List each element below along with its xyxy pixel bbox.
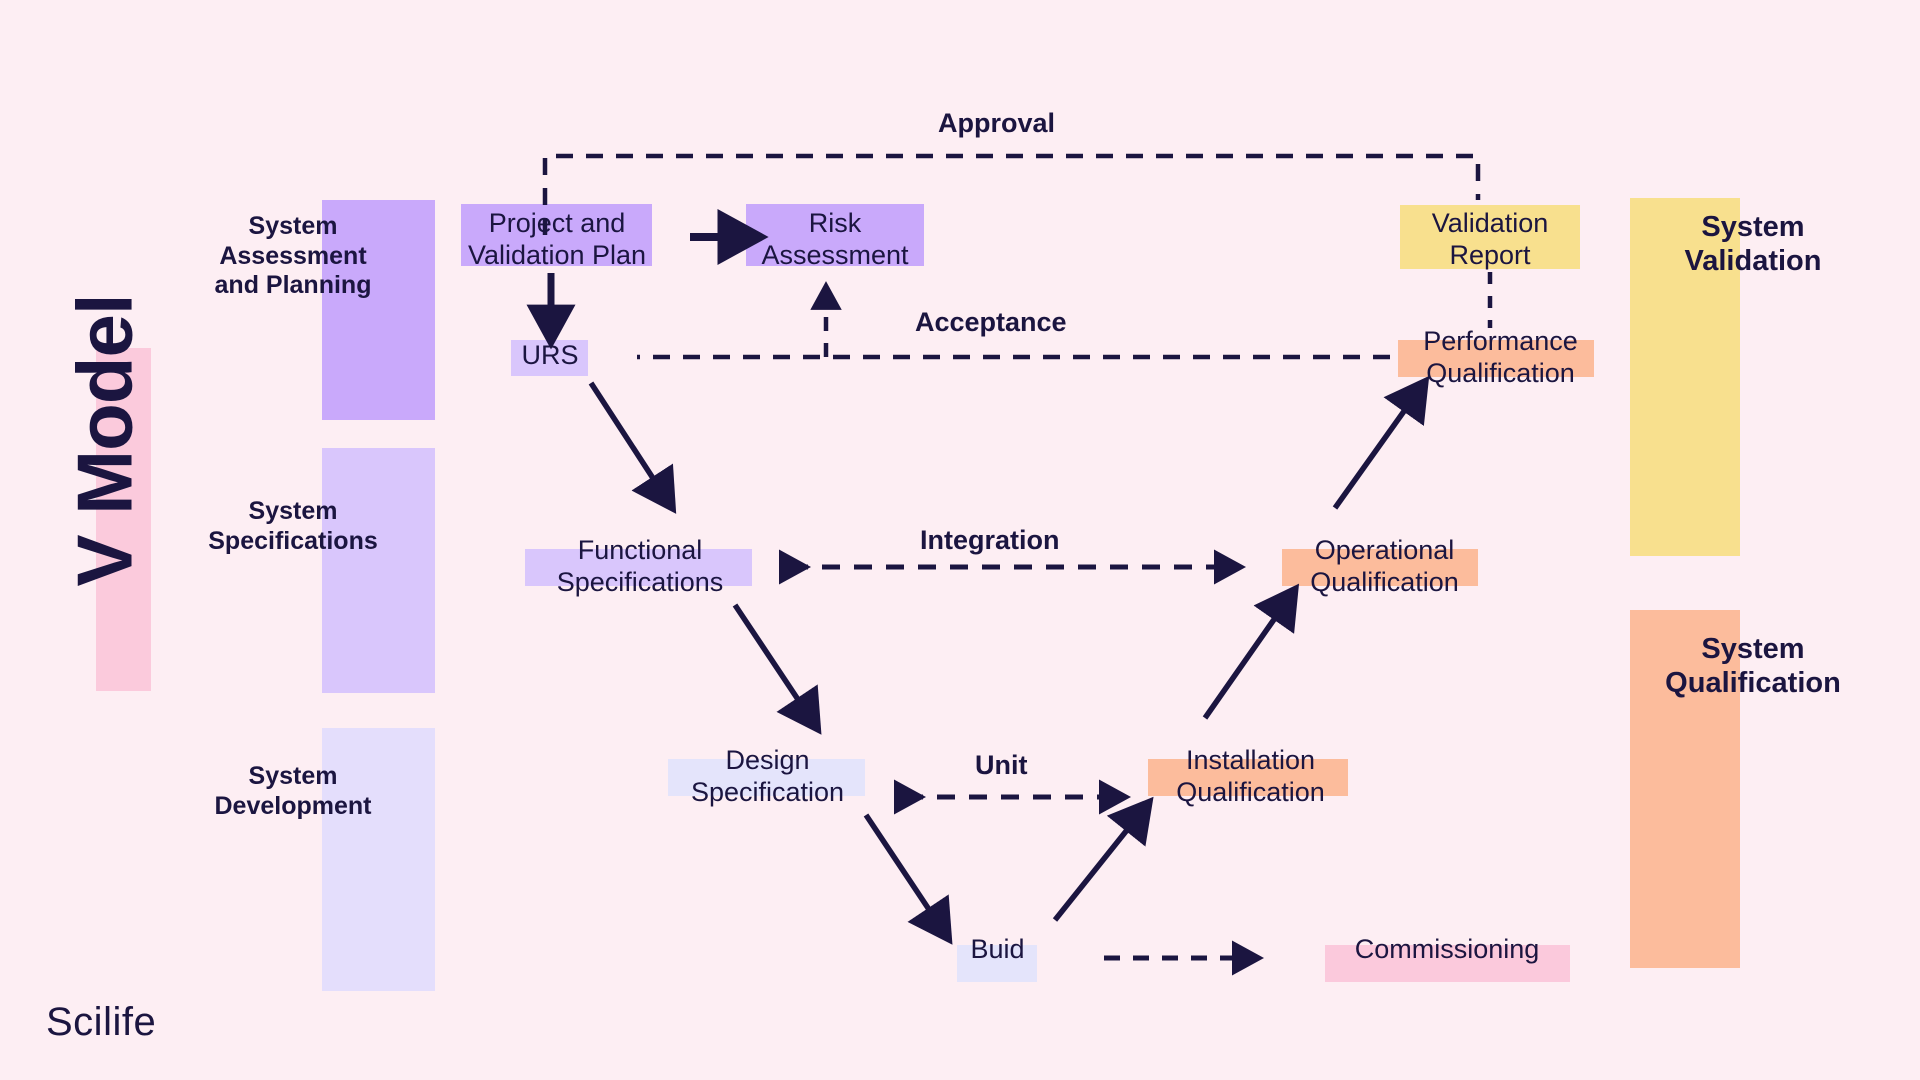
node-commissioning[interactable]: Commissioning [1322,934,1572,966]
node-validation-report[interactable]: Validation Report [1400,208,1580,272]
connector-fs-to-ds [732,603,822,735]
page-title: V Model [60,294,149,587]
phase-label-assessment: System Assessment and Planning [214,212,372,299]
edge-label-integration: Integration [920,525,1060,555]
group-label-validation: System Validation [1684,211,1822,278]
edge-label-unit: Unit [975,750,1028,780]
node-urs[interactable]: URS [500,340,600,372]
node-design-specification[interactable]: Design Specification [665,745,870,809]
phase-label-development: System Development [214,762,372,820]
phase-bar-specifications [322,448,435,693]
node-project-validation-plan[interactable]: Project and Validation Plan [451,208,663,272]
node-build[interactable]: Buid [955,934,1040,966]
node-risk-assessment[interactable]: Risk Assessment [736,208,934,272]
group-label-qualification: System Qualification [1665,633,1841,700]
phase-label-specifications: System Specifications [208,497,378,555]
connector-approval [542,153,1481,235]
node-operational-qualification[interactable]: Operational Qualification [1282,535,1487,599]
node-performance-qualification[interactable]: Performance Qualification [1398,326,1603,390]
node-functional-specifications[interactable]: Functional Specifications [530,535,750,599]
connector-oq-to-pq [1332,375,1430,510]
edge-label-acceptance: Acceptance [915,307,1067,337]
edge-label-approval: Approval [938,108,1056,138]
connector-urs-to-fs [588,381,677,514]
connector-iq-to-oq [1202,583,1300,720]
v-model-diagram: V Model System Assessment and Planning S… [0,0,1920,1080]
node-installation-qualification[interactable]: Installation Qualification [1148,745,1353,809]
scilife-logo: Scilife [46,1000,157,1044]
connector-ds-to-build [863,813,953,945]
connector-build-to-iq [1052,796,1154,922]
